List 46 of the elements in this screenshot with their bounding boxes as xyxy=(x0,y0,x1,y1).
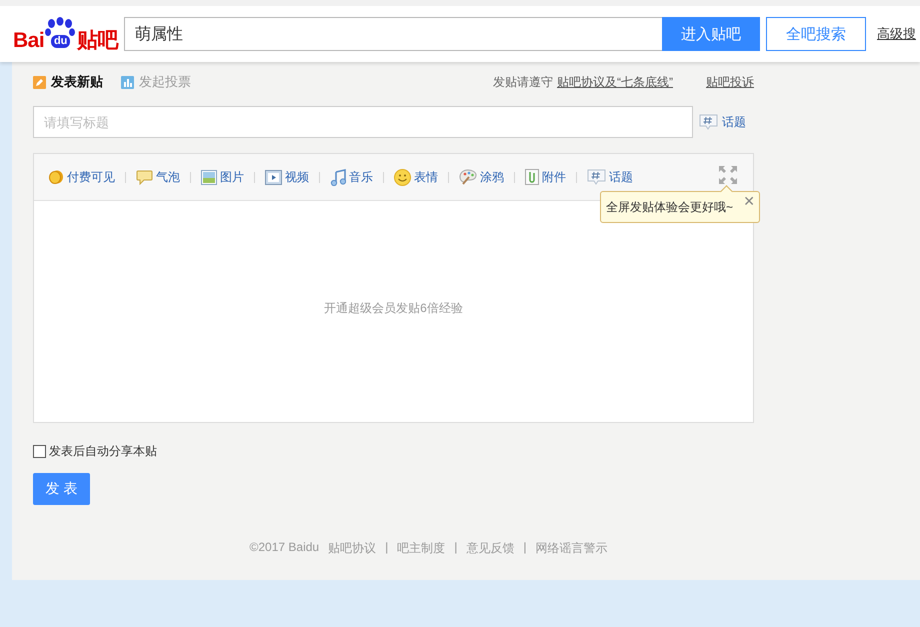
speech-bubble-icon xyxy=(136,169,153,185)
topic-button[interactable]: 话题 xyxy=(699,114,746,130)
hashtag-icon xyxy=(587,168,606,186)
hashtag-icon xyxy=(699,114,718,130)
toolbar-button[interactable]: 图片 xyxy=(201,168,244,186)
video-icon xyxy=(265,170,282,184)
toolbar-button[interactable]: 付费可见 xyxy=(48,168,115,186)
paw-icon xyxy=(45,17,76,36)
checkbox[interactable] xyxy=(33,445,46,458)
toolbar-button[interactable]: 附件 xyxy=(525,168,566,186)
tooltip-text: 全屏发贴体验会更好哦~ xyxy=(606,198,734,216)
toolbar-button[interactable]: 气泡 xyxy=(136,168,180,186)
image-icon xyxy=(201,170,217,184)
enter-forum-button[interactable]: 进入贴吧 xyxy=(662,17,760,51)
logo-text: 贴吧 xyxy=(77,30,118,51)
submit-button[interactable]: 发 表 xyxy=(33,473,90,505)
advanced-search-link[interactable]: 高级搜 xyxy=(877,25,916,43)
search-field[interactable]: 萌属性 xyxy=(124,17,662,51)
pencil-icon xyxy=(33,76,46,88)
logo-text: du xyxy=(50,35,70,48)
logo[interactable]: Bai du 贴吧 xyxy=(13,13,124,51)
toolbar-button[interactable]: 视频 xyxy=(265,168,309,186)
footer-separator: | xyxy=(523,540,526,556)
logo-text: Bai xyxy=(13,30,44,51)
toolbar-button[interactable]: 音乐 xyxy=(330,168,373,186)
music-note-icon xyxy=(330,168,346,186)
title-field[interactable]: 请填写标题 xyxy=(33,106,693,138)
coin-icon xyxy=(48,169,64,185)
toolbar-button[interactable]: 涂鸦 xyxy=(459,168,504,186)
copyright-text: ©2017 Baidu xyxy=(250,540,320,556)
rules-text: 发贴请遵守 xyxy=(493,74,553,90)
footer-separator: | xyxy=(454,540,458,556)
smiley-icon xyxy=(394,168,411,186)
editor-placeholder: 开通超级会员发贴6倍经验 xyxy=(324,300,463,317)
footer-separator: | xyxy=(385,540,388,556)
palette-icon xyxy=(459,169,477,185)
post-tab[interactable]: 发表新贴 xyxy=(33,73,103,91)
share-label: 发表后自动分享本贴 xyxy=(49,443,157,460)
agreement-link[interactable]: 贴吧协议及“七条底线” xyxy=(557,74,673,90)
bar-chart-icon xyxy=(121,76,134,88)
toolbar-button[interactable]: 表情 xyxy=(394,168,438,186)
paperclip-icon xyxy=(525,169,539,185)
close-button[interactable]: ✕ xyxy=(743,193,755,210)
toolbar-button[interactable]: 话题 xyxy=(587,168,633,186)
complaint-link[interactable]: 贴吧投诉 xyxy=(706,74,754,90)
search-all-button[interactable]: 全吧搜索 xyxy=(766,17,866,51)
